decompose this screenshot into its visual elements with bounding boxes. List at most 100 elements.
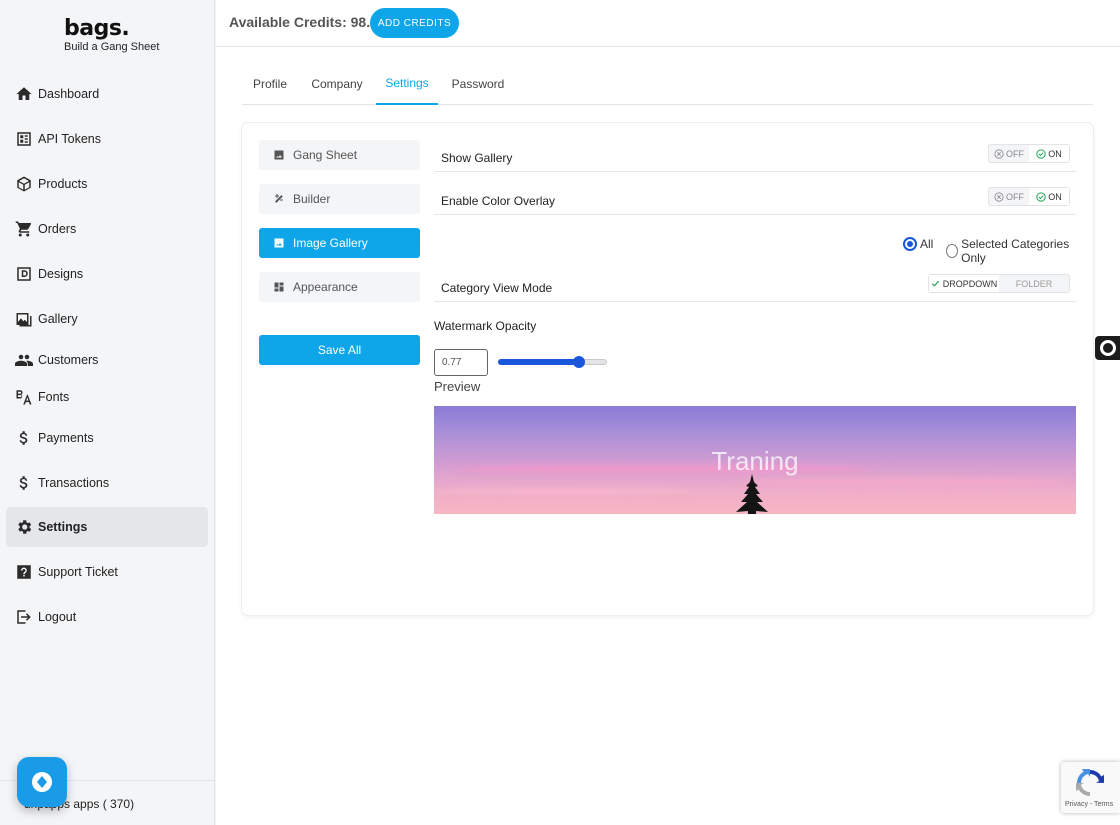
toggle-off-option[interactable]: OFF xyxy=(989,188,1029,205)
color-overlay-toggle[interactable]: OFF ON xyxy=(988,187,1070,206)
gear-icon xyxy=(15,518,33,536)
close-circle-icon xyxy=(994,191,1004,202)
preview-image: Traning xyxy=(434,406,1076,514)
subnav-label: Gang Sheet xyxy=(293,148,358,162)
brand-name: bags. xyxy=(64,16,130,41)
watermark-opacity-slider[interactable] xyxy=(498,356,607,368)
toggle-on-label: ON xyxy=(1048,148,1062,159)
sidebar: bags. Build a Gang Sheet Dashboard API T… xyxy=(0,0,215,825)
radio-all[interactable]: All xyxy=(903,237,933,251)
recaptcha-badge[interactable]: Privacy - Terms xyxy=(1061,762,1120,813)
toggle-off-label: OFF xyxy=(1006,191,1024,202)
available-credits: Available Credits: 98.11 xyxy=(229,14,385,30)
sidebar-item-support-ticket[interactable]: Support Ticket xyxy=(6,552,208,592)
show-gallery-row: Show Gallery OFF ON xyxy=(434,141,1076,172)
chat-launcher-button[interactable] xyxy=(17,757,67,807)
sidebar-item-payments[interactable]: Payments xyxy=(6,418,208,458)
view-mode-dropdown-option[interactable]: DROPDOWN xyxy=(929,275,999,292)
subnav-label: Appearance xyxy=(293,280,358,294)
watermark-text: Traning xyxy=(711,446,799,476)
recaptcha-terms[interactable]: Privacy - Terms xyxy=(1065,801,1113,808)
sidebar-item-api-tokens[interactable]: API Tokens xyxy=(6,119,208,159)
show-gallery-label: Show Gallery xyxy=(441,151,513,165)
category-filter-radios: All Selected Categories Only xyxy=(434,235,1076,265)
sidebar-item-label: Settings xyxy=(38,520,88,534)
sidebar-item-transactions[interactable]: Transactions xyxy=(6,463,208,503)
logout-icon xyxy=(15,608,33,626)
dollar-icon xyxy=(15,474,33,492)
fonts-icon xyxy=(15,388,33,406)
sidebar-item-label: Designs xyxy=(38,267,84,281)
view-mode-dropdown-label: DROPDOWN xyxy=(942,278,998,289)
radio-selected-categories[interactable]: Selected Categories Only xyxy=(946,237,1076,265)
sidebar-item-label: Dashboard xyxy=(38,87,100,101)
toggle-on-option[interactable]: ON xyxy=(1029,145,1069,162)
image-icon xyxy=(273,237,285,249)
show-gallery-toggle[interactable]: OFF ON xyxy=(988,144,1070,163)
category-view-mode-label: Category View Mode xyxy=(441,281,553,295)
sidebar-item-label: Transactions xyxy=(38,476,110,490)
view-mode-folder-option[interactable]: FOLDER xyxy=(999,275,1069,292)
sidebar-item-label: Payments xyxy=(38,431,94,445)
radio-dot[interactable] xyxy=(903,237,917,251)
image-icon xyxy=(273,149,285,161)
box-icon xyxy=(15,175,33,193)
sidebar-item-customers[interactable]: Customers xyxy=(6,340,208,380)
sidebar-item-label: Customers xyxy=(38,353,99,367)
tab-company[interactable]: Company xyxy=(308,63,366,105)
accessibility-widget-button[interactable] xyxy=(1095,336,1120,360)
gallery-icon xyxy=(15,310,33,328)
radio-all-label: All xyxy=(920,237,934,251)
slider-thumb[interactable] xyxy=(572,356,585,368)
save-all-button[interactable]: Save All xyxy=(259,335,420,365)
sidebar-item-dashboard[interactable]: Dashboard xyxy=(6,74,208,114)
preview-label: Preview xyxy=(434,379,481,394)
subnav-label: Builder xyxy=(293,192,331,206)
subnav-appearance[interactable]: Appearance xyxy=(259,272,420,302)
tree-silhouette xyxy=(736,474,768,514)
radio-selected-categories-label: Selected Categories Only xyxy=(961,237,1070,265)
sidebar-item-label: Products xyxy=(38,177,88,191)
toggle-off-label: OFF xyxy=(1006,148,1024,159)
users-icon xyxy=(15,351,33,369)
sidebar-item-settings[interactable]: Settings xyxy=(6,507,208,547)
main-content: Profile Company Settings Password Gang S… xyxy=(216,47,1120,825)
add-credits-button[interactable]: ADD CREDITS xyxy=(370,8,459,38)
subnav-builder[interactable]: Builder xyxy=(259,184,420,214)
subnav-image-gallery[interactable]: Image Gallery xyxy=(259,228,420,258)
watermark-opacity-label: Watermark Opacity xyxy=(434,319,537,333)
check-circle-icon xyxy=(1036,148,1046,159)
subnav-gang-sheet[interactable]: Gang Sheet xyxy=(259,140,420,170)
toggle-off-option[interactable]: OFF xyxy=(989,145,1029,162)
circle-icon xyxy=(1099,340,1116,356)
subnav-label: Image Gallery xyxy=(293,236,368,250)
toggle-on-option[interactable]: ON xyxy=(1029,188,1069,205)
check-circle-icon xyxy=(1036,191,1046,202)
cart-icon xyxy=(15,220,33,238)
topbar: Available Credits: 98.11 ADD CREDITS xyxy=(216,0,1120,47)
settings-tabs: Profile Company Settings Password xyxy=(242,63,1093,105)
sidebar-item-logout[interactable]: Logout xyxy=(6,597,208,637)
radio-dot[interactable] xyxy=(946,244,959,258)
sky-streak xyxy=(434,488,694,494)
brand-logo[interactable]: bags. Build a Gang Sheet xyxy=(64,16,159,54)
sidebar-item-label: Fonts xyxy=(38,390,70,404)
check-icon xyxy=(931,280,939,287)
category-view-mode-toggle[interactable]: DROPDOWN FOLDER xyxy=(928,274,1070,293)
brand-tagline: Build a Gang Sheet xyxy=(64,41,160,53)
tab-password[interactable]: Password xyxy=(448,63,508,105)
sidebar-item-products[interactable]: Products xyxy=(6,164,208,204)
tab-profile[interactable]: Profile xyxy=(242,63,298,105)
dollar-icon xyxy=(15,429,33,447)
sidebar-item-fonts[interactable]: Fonts xyxy=(6,377,208,417)
watermark-opacity-input[interactable] xyxy=(434,349,488,376)
dashboard-icon xyxy=(273,281,285,293)
sidebar-item-label: Logout xyxy=(38,610,77,624)
sidebar-item-gallery[interactable]: Gallery xyxy=(6,299,208,339)
toggle-on-label: ON xyxy=(1048,191,1062,202)
sky-streak xyxy=(734,478,1074,486)
sidebar-item-orders[interactable]: Orders xyxy=(6,209,208,249)
sidebar-item-designs[interactable]: Designs xyxy=(6,254,208,294)
sidebar-item-label: API Tokens xyxy=(38,132,102,146)
tab-settings[interactable]: Settings xyxy=(376,63,438,105)
